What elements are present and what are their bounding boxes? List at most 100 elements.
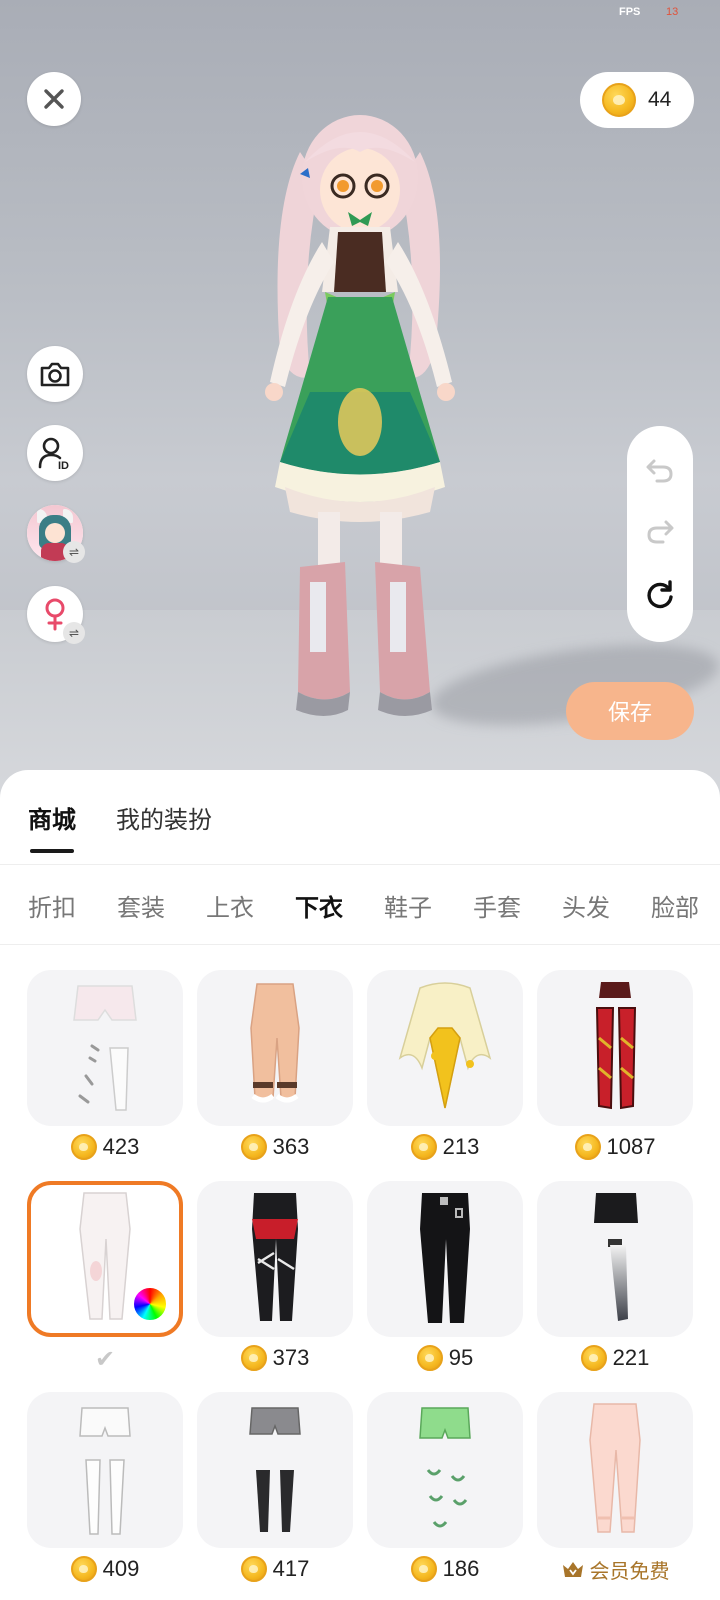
vip-free-tag: 会员免费 <box>561 1554 670 1584</box>
item-card[interactable]: 409 <box>27 1392 183 1600</box>
category-sets[interactable]: 套装 <box>117 888 165 923</box>
banana-costume-image <box>398 982 492 1109</box>
item-card[interactable]: 95 <box>367 1181 523 1392</box>
user-id-button[interactable]: ID <box>27 425 83 481</box>
fps-label: FPS <box>619 6 641 18</box>
item-grid: 423 363 213 1087 ✔ 373 95 221 409 417 18… <box>27 970 697 1600</box>
save-button[interactable]: 保存 <box>566 682 694 740</box>
item-thumbnail <box>197 970 353 1126</box>
item-card[interactable]: 186 <box>367 1392 523 1600</box>
id-icon: ID <box>38 437 69 471</box>
swap-icon: ⇌ <box>63 622 85 644</box>
tab-shop[interactable]: 商城 <box>28 800 76 853</box>
item-card[interactable]: 417 <box>197 1392 353 1600</box>
price-value: 417 <box>272 1556 310 1581</box>
category-shoes[interactable]: 鞋子 <box>384 888 432 923</box>
shorts-gradient-stocking-image <box>594 1193 638 1321</box>
item-card[interactable]: 213 <box>367 970 523 1181</box>
item-thumbnail <box>537 1392 693 1548</box>
redo-icon[interactable] <box>645 519 675 545</box>
coin-icon <box>416 1345 443 1371</box>
shorts-stockings-image <box>73 985 137 1111</box>
coin-icon <box>240 1556 267 1582</box>
reset-icon[interactable] <box>645 580 675 610</box>
close-button[interactable] <box>27 72 81 126</box>
item-card[interactable]: ✔ <box>27 1181 183 1392</box>
coin-icon <box>574 1134 601 1160</box>
category-gloves[interactable]: 手套 <box>473 888 521 923</box>
coin-icon <box>70 1134 97 1160</box>
green-shorts-vines-image <box>419 1407 471 1528</box>
coin-icon <box>240 1134 267 1160</box>
fps-value: 13 <box>666 6 679 18</box>
skin-leggings-image <box>250 983 300 1103</box>
color-wheel-icon[interactable] <box>131 1285 169 1323</box>
coin-icon <box>240 1345 267 1371</box>
switch-gender-button[interactable]: ⇌ <box>27 586 85 644</box>
item-thumbnail <box>537 970 693 1126</box>
price-value: 1087 <box>606 1134 656 1159</box>
item-price: 186 <box>410 1554 480 1584</box>
item-thumbnail <box>367 970 523 1126</box>
price-value: 213 <box>442 1134 480 1159</box>
white-shorts-stockings-image <box>79 1407 131 1535</box>
black-pants-image <box>420 1193 470 1323</box>
item-price: 423 <box>70 1132 140 1162</box>
svg-text:ID: ID <box>58 460 69 471</box>
history-controls <box>627 426 693 642</box>
item-price: 373 <box>240 1343 310 1373</box>
price-value: 221 <box>612 1345 650 1370</box>
item-card[interactable]: 373 <box>197 1181 353 1392</box>
coin-icon <box>70 1556 97 1582</box>
coin-balance[interactable]: 44 <box>580 72 694 128</box>
camera-icon <box>40 362 70 387</box>
item-thumbnail <box>197 1392 353 1548</box>
coin-icon <box>410 1556 437 1582</box>
category-bottoms[interactable]: 下衣 <box>295 888 343 923</box>
item-thumbnail <box>367 1181 523 1337</box>
price-value: 423 <box>102 1134 140 1159</box>
wardrobe-sheet: 商城 我的装扮 折扣 套装 上衣 下衣 鞋子 手套 头发 脸部 423 363 … <box>0 770 720 1600</box>
camera-button[interactable] <box>27 346 83 402</box>
switch-avatar-button[interactable]: ⇌ <box>27 505 85 563</box>
item-thumbnail <box>537 1181 693 1337</box>
avatar-character <box>265 115 455 716</box>
category-hair[interactable]: 头发 <box>562 888 610 923</box>
coin-icon <box>580 1345 607 1371</box>
divider <box>0 864 720 865</box>
price-value: 186 <box>442 1556 480 1581</box>
item-card[interactable]: 1087 <box>537 970 693 1181</box>
pink-leggings-image <box>589 1403 641 1533</box>
item-price: 213 <box>410 1132 480 1162</box>
item-card[interactable]: 221 <box>537 1181 693 1392</box>
item-price: 417 <box>240 1554 310 1584</box>
vip-crown-icon <box>562 1562 583 1577</box>
item-thumbnail-selected <box>27 1181 183 1337</box>
item-card[interactable]: 会员免费 <box>537 1392 693 1600</box>
item-thumbnail <box>27 970 183 1126</box>
item-card[interactable]: 363 <box>197 970 353 1181</box>
price-value: 373 <box>272 1345 310 1370</box>
category-face[interactable]: 脸部 <box>651 888 699 923</box>
avatar-preview-scene: FPS 13 44 ID ⇌ ⇌ 保存 <box>0 0 720 800</box>
item-price: 221 <box>580 1343 650 1373</box>
coin-icon <box>410 1134 437 1160</box>
item-card[interactable]: 423 <box>27 970 183 1181</box>
category-tops[interactable]: 上衣 <box>206 888 254 923</box>
price-value: 363 <box>272 1134 310 1159</box>
item-price: 363 <box>240 1132 310 1162</box>
divider <box>0 944 720 945</box>
tab-my-outfits[interactable]: 我的装扮 <box>116 800 212 853</box>
category-discount[interactable]: 折扣 <box>28 888 76 923</box>
item-thumbnail <box>27 1392 183 1548</box>
close-icon <box>44 89 64 109</box>
coin-icon <box>602 83 636 117</box>
item-thumbnail <box>367 1392 523 1548</box>
black-red-leggings-image <box>252 1193 298 1321</box>
price-value: 409 <box>102 1556 140 1581</box>
vip-free-label: 会员免费 <box>589 1558 670 1583</box>
coin-count: 44 <box>648 88 672 111</box>
undo-icon[interactable] <box>645 458 675 484</box>
main-tabs: 商城 我的装扮 <box>28 800 212 853</box>
grey-shorts-black-socks-image <box>249 1407 301 1532</box>
